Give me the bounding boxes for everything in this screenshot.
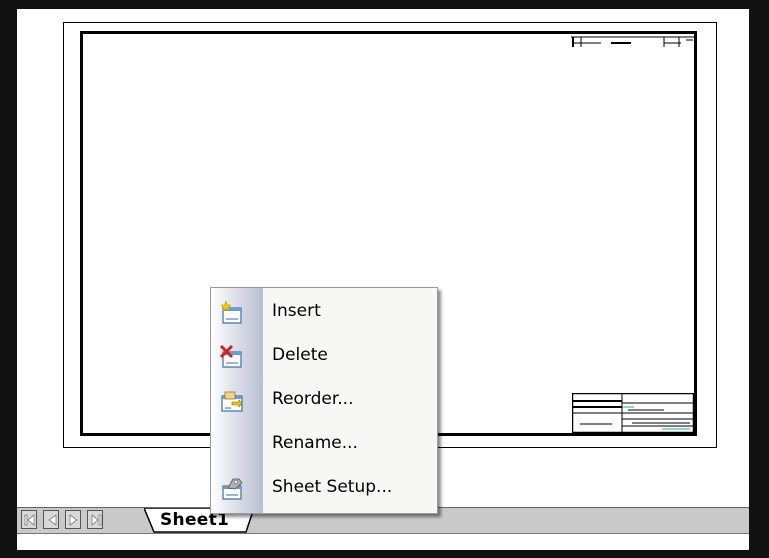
frame-right-edge (749, 0, 769, 558)
first-sheet-icon (24, 514, 35, 526)
menu-item-insert[interactable]: Insert (211, 291, 437, 335)
menu-item-label: Insert (272, 301, 321, 321)
title-block (572, 393, 694, 433)
menu-item-label: Reorder... (272, 389, 354, 409)
frame-top-edge (0, 0, 769, 9)
revision-block (571, 36, 694, 47)
frame-bottom-edge (0, 549, 769, 558)
reorder-sheets-icon (221, 391, 243, 412)
last-sheet-icon (91, 514, 102, 526)
delete-sheet-icon (219, 344, 242, 368)
sheet-context-menu: Insert Delete Reorder... Rename... Sheet… (210, 287, 438, 514)
menu-item-label: Sheet Setup... (272, 477, 393, 497)
menu-item-delete[interactable]: Delete (211, 335, 437, 379)
previous-sheet-icon (48, 514, 57, 526)
menu-item-rename[interactable]: Rename... (211, 423, 437, 467)
menu-item-reorder[interactable]: Reorder... (211, 379, 437, 423)
status-strip (17, 533, 749, 550)
frame-left-edge (0, 0, 17, 558)
menu-item-sheet-setup[interactable]: Sheet Setup... (211, 467, 437, 511)
last-sheet-button[interactable] (87, 510, 103, 529)
menu-item-label: Rename... (272, 433, 358, 453)
next-sheet-icon (69, 514, 78, 526)
next-sheet-button[interactable] (65, 510, 81, 529)
insert-sheet-icon (220, 300, 242, 324)
menu-item-label: Delete (272, 345, 328, 365)
previous-sheet-button[interactable] (43, 510, 59, 529)
sheet-setup-icon (222, 478, 243, 500)
first-sheet-button[interactable] (21, 510, 37, 529)
